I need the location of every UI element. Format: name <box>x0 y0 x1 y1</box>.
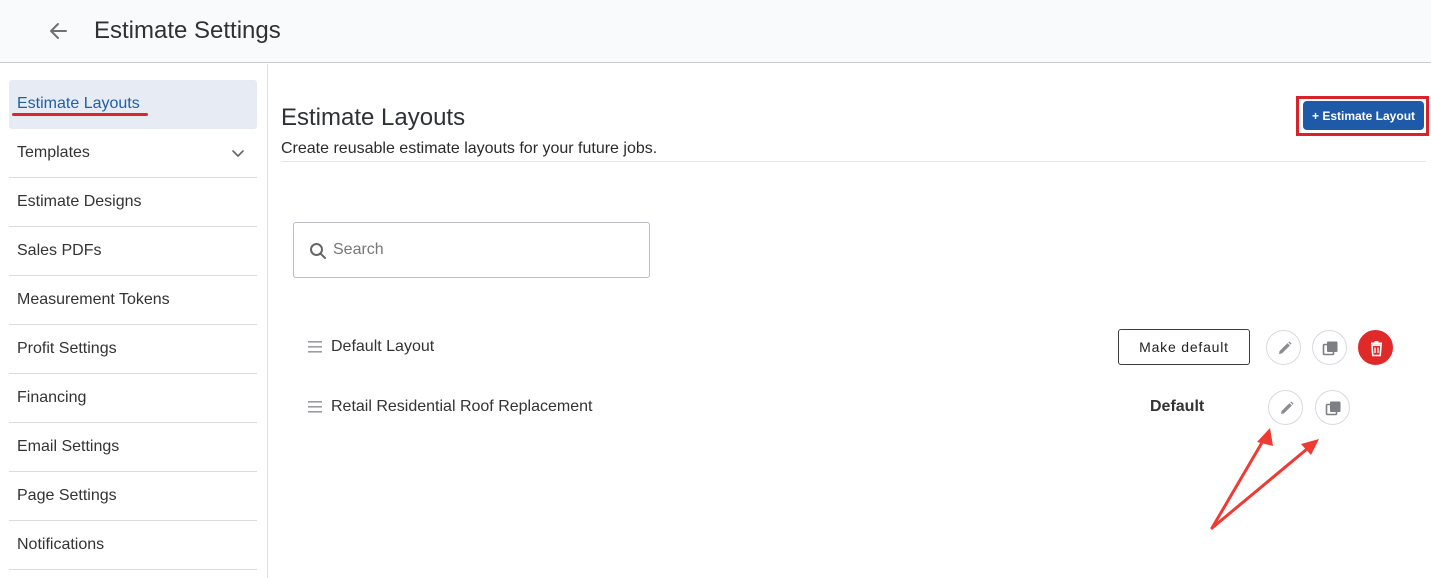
copy-icon <box>1322 341 1338 356</box>
default-status-label: Default <box>1150 398 1205 415</box>
sidebar-item-label: Templates <box>17 144 90 161</box>
sidebar: Estimate Layouts Templates Estimate Desi… <box>0 64 268 578</box>
sidebar-item-estimate-layouts[interactable]: Estimate Layouts <box>9 80 257 129</box>
layout-row: Default Layout Make default <box>300 327 1410 367</box>
sidebar-item-label: Estimate Designs <box>17 193 142 210</box>
sidebar-item-label: Email Settings <box>17 438 120 455</box>
sidebar-item-label: Financing <box>17 389 87 406</box>
back-button[interactable] <box>46 19 72 43</box>
sidebar-item-label: Profit Settings <box>17 340 117 357</box>
annotation-underline <box>12 113 148 116</box>
sidebar-item-estimate-designs[interactable]: Estimate Designs <box>9 178 257 227</box>
drag-handle-icon[interactable] <box>308 400 322 414</box>
sidebar-item-profit-settings[interactable]: Profit Settings <box>9 325 257 374</box>
top-bar: Estimate Settings <box>0 0 1431 63</box>
pencil-icon <box>1279 341 1292 354</box>
edit-button[interactable] <box>1266 330 1301 365</box>
sidebar-item-sales-pdfs[interactable]: Sales PDFs <box>9 227 257 276</box>
page-title: Estimate Settings <box>94 17 281 44</box>
search-box <box>293 222 650 278</box>
sidebar-item-label: Notifications <box>17 536 105 553</box>
sidebar-item-notifications[interactable]: Notifications <box>9 521 257 570</box>
sidebar-item-label: Sales PDFs <box>17 242 102 259</box>
copy-icon <box>1325 401 1341 416</box>
sidebar-item-measurement-tokens[interactable]: Measurement Tokens <box>9 276 257 325</box>
add-estimate-layout-button[interactable]: + Estimate Layout <box>1303 101 1424 130</box>
sidebar-item-financing[interactable]: Financing <box>9 374 257 423</box>
annotation-arrows <box>1210 428 1319 530</box>
delete-button[interactable] <box>1358 330 1393 365</box>
duplicate-button[interactable] <box>1312 330 1347 365</box>
drag-handle-icon[interactable] <box>308 340 322 354</box>
layout-name: Default Layout <box>331 338 435 355</box>
sidebar-item-templates[interactable]: Templates <box>9 129 257 178</box>
search-input[interactable] <box>333 236 633 264</box>
sidebar-item-page-settings[interactable]: Page Settings <box>9 472 257 521</box>
make-default-button[interactable]: Make default <box>1118 329 1250 365</box>
divider <box>281 161 1426 162</box>
sidebar-item-email-settings[interactable]: Email Settings <box>9 423 257 472</box>
sidebar-item-label: Estimate Layouts <box>17 95 140 112</box>
layout-name: Retail Residential Roof Replacement <box>331 398 593 415</box>
sidebar-item-label: Measurement Tokens <box>17 291 170 308</box>
section-title: Estimate Layouts <box>281 104 466 131</box>
section-subtitle: Create reusable estimate layouts for you… <box>281 140 658 157</box>
search-icon <box>310 243 326 259</box>
trash-icon <box>1371 341 1382 357</box>
sidebar-item-label: Page Settings <box>17 487 117 504</box>
arrow-left-icon <box>50 23 67 39</box>
pencil-icon <box>1281 401 1294 414</box>
chevron-down-icon <box>232 150 244 157</box>
